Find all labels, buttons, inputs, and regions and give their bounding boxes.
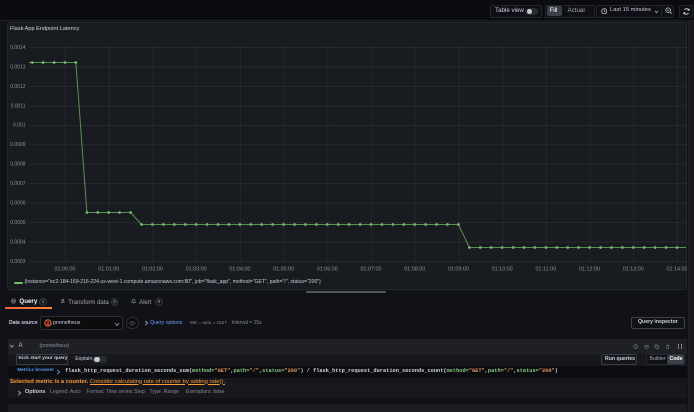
svg-text:01:14:00: 01:14:00 [667, 267, 687, 273]
svg-text:0.0014: 0.0014 [10, 45, 26, 51]
svg-text:0.0007: 0.0007 [10, 181, 26, 187]
svg-text:01:11:00: 01:11:00 [536, 267, 557, 273]
svg-text:0.0004: 0.0004 [10, 239, 26, 245]
svg-text:01:02:00: 01:02:00 [142, 267, 163, 273]
svg-text:01:09:00: 01:09:00 [448, 267, 469, 273]
svg-text:01:07:00: 01:07:00 [361, 267, 382, 273]
svg-text:01:04:00: 01:04:00 [229, 267, 250, 273]
svg-text:01:13:00: 01:13:00 [623, 267, 644, 273]
svg-text:01:08:00: 01:08:00 [404, 267, 425, 273]
svg-text:01:12:00: 01:12:00 [579, 267, 600, 273]
svg-text:0.0005: 0.0005 [10, 220, 26, 226]
svg-text:0.001: 0.001 [13, 123, 26, 129]
svg-text:01:00:00: 01:00:00 [55, 267, 76, 273]
svg-text:01:06:00: 01:06:00 [317, 267, 338, 273]
svg-text:0.0011: 0.0011 [11, 103, 26, 109]
svg-text:0.0009: 0.0009 [10, 142, 26, 148]
svg-text:0.0003: 0.0003 [10, 259, 26, 265]
svg-text:0.0006: 0.0006 [10, 201, 26, 207]
svg-text:0.0012: 0.0012 [10, 84, 26, 90]
svg-text:01:01:00: 01:01:00 [98, 267, 119, 273]
svg-text:0.0008: 0.0008 [10, 162, 26, 168]
svg-text:01:10:00: 01:10:00 [492, 267, 513, 273]
svg-text:01:05:00: 01:05:00 [273, 267, 294, 273]
svg-text:01:03:00: 01:03:00 [186, 267, 207, 273]
svg-text:0.0013: 0.0013 [10, 64, 26, 70]
